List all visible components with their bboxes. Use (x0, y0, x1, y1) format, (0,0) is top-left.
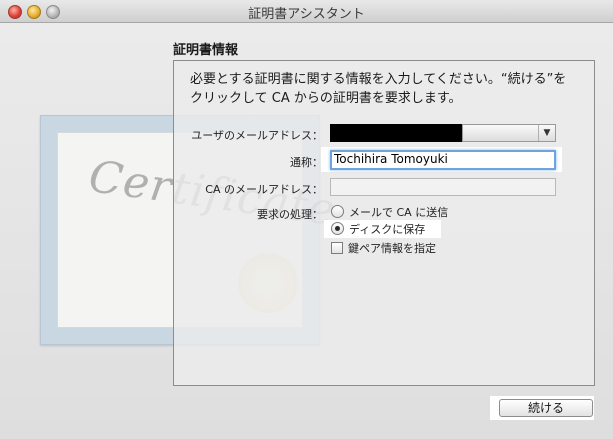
window-title: 証明書アシスタント (248, 7, 365, 22)
certificate-assistant-window: 証明書アシスタント Certificate 証明書情報 必要とする証明書に関する… (0, 0, 613, 439)
option-email-ca[interactable]: メールで CA に送信 (331, 205, 448, 219)
intro-line-1: 必要とする証明書に関する情報を入力してください。“続ける”を (190, 72, 567, 87)
chevron-down-icon[interactable]: ▼ (538, 125, 555, 141)
intro-text: 必要とする証明書に関する情報を入力してください。“続ける”を クリックして CA… (190, 70, 590, 108)
option-email-ca-label: メールで CA に送信 (349, 206, 449, 219)
radio-button-selected-icon[interactable] (331, 222, 344, 235)
title-bar: 証明書アシスタント (0, 0, 613, 23)
section-title: 証明書情報 (173, 43, 239, 58)
checkbox-icon[interactable] (331, 242, 343, 254)
option-save-disk-label: ディスクに保存 (349, 223, 426, 236)
email-combo-box[interactable]: ▼ (462, 124, 556, 142)
option-key-pair[interactable]: 鍵ペア情報を指定 (331, 242, 436, 256)
ca-email-label: CA のメールアドレス： (205, 183, 323, 196)
email-label: ユーザのメールアドレス： (191, 129, 323, 142)
option-save-disk[interactable]: ディスクに保存 (331, 222, 425, 236)
ca-email-field[interactable] (330, 178, 556, 196)
name-label: 通称： (290, 156, 323, 169)
email-field[interactable] (330, 124, 462, 142)
radio-button-icon[interactable] (331, 205, 344, 218)
continue-button[interactable]: 続ける (499, 399, 593, 417)
name-field[interactable]: Tochihira Tomoyuki (330, 150, 556, 170)
intro-line-2: クリックして CA からの証明書を要求します。 (190, 91, 462, 106)
request-label: 要求の処理： (257, 208, 323, 221)
option-key-pair-label: 鍵ペア情報を指定 (348, 242, 436, 255)
